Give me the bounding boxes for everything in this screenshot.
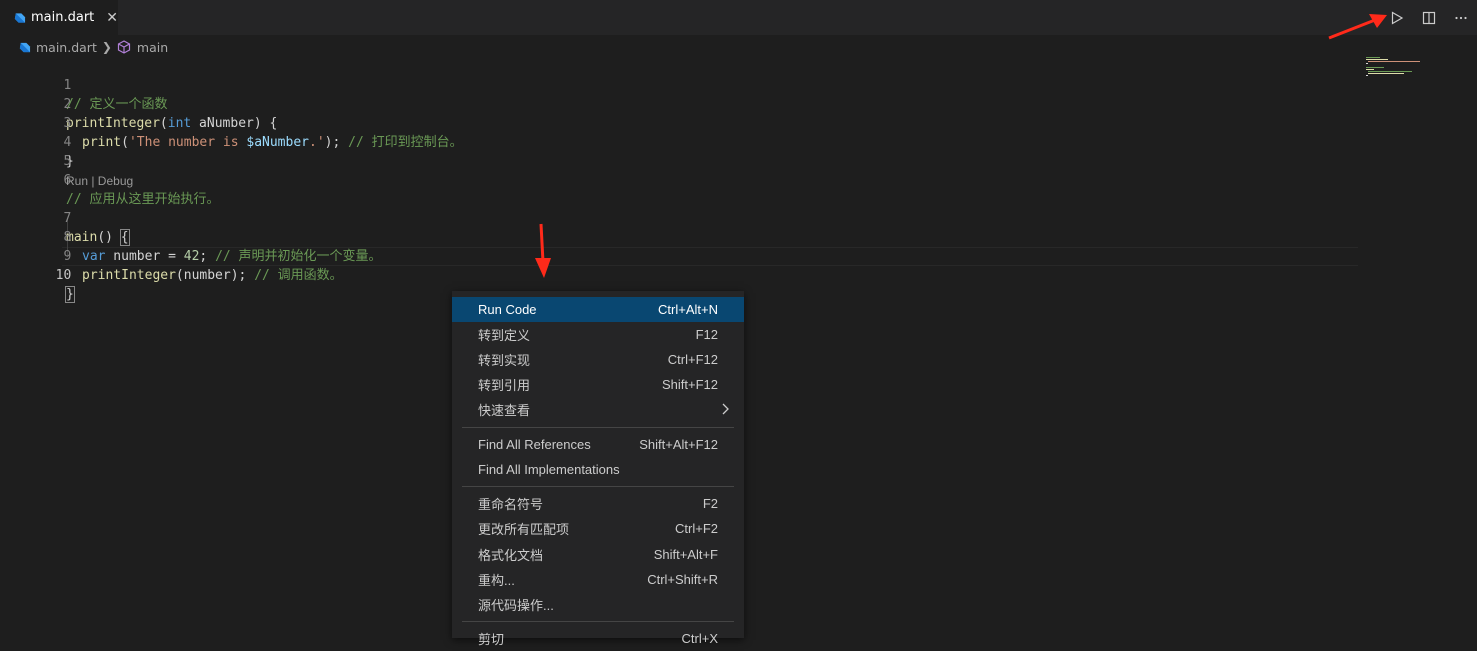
menu-item-shortcut: F2 bbox=[702, 496, 718, 511]
menu-item-label: Find All References bbox=[478, 437, 591, 452]
context-menu: Run Code Ctrl+Alt+N 转到定义 F12 转到实现 Ctrl+F… bbox=[452, 291, 744, 647]
editor-tab-bar: main.dart ✕ bbox=[0, 0, 1477, 35]
chevron-right-icon bbox=[722, 403, 729, 415]
menu-item-rename-symbol[interactable]: 重命名符号 F2 bbox=[452, 491, 744, 516]
menu-item-shortcut: Ctrl+F2 bbox=[675, 521, 718, 536]
menu-item-go-to-definition[interactable]: 转到定义 F12 bbox=[452, 322, 744, 347]
menu-item-label: 重命名符号 bbox=[478, 497, 544, 512]
code-line-8: 8 var number = 42; // 声明并初始化一个变量。 bbox=[0, 209, 1300, 264]
more-actions-icon bbox=[1455, 16, 1467, 19]
breadcrumb-file[interactable]: main.dart bbox=[36, 40, 97, 55]
minimap-line bbox=[1366, 57, 1380, 58]
function-name: printInteger bbox=[82, 268, 176, 283]
code-line-4: 4 } bbox=[0, 114, 1300, 169]
code-line-1: 1 // 定义一个函数 bbox=[0, 57, 1300, 112]
menu-item-format-document[interactable]: 格式化文档 Shift+Alt+F bbox=[452, 542, 744, 567]
menu-item-label: 转到引用 bbox=[478, 378, 531, 393]
menu-item-refactor[interactable]: 重构... Ctrl+Shift+R bbox=[452, 567, 744, 592]
annotation-arrow-icon bbox=[1328, 14, 1387, 40]
menu-item-label: 更改所有匹配项 bbox=[478, 522, 570, 537]
code-line-5: 5 bbox=[0, 133, 1300, 169]
menu-item-go-to-references[interactable]: 转到引用 Shift+F12 bbox=[452, 372, 744, 397]
breadcrumb-symbol[interactable]: main bbox=[137, 40, 168, 55]
code-line-6: 6 // 应用从这里开始执行。 bbox=[0, 152, 1300, 207]
code-line-2: 2 printInteger(int aNumber) { bbox=[0, 76, 1300, 131]
minimap-line bbox=[1366, 69, 1374, 70]
menu-item-label: 源代码操作... bbox=[478, 598, 554, 613]
code-line-10: 10 } bbox=[0, 247, 1300, 303]
editor-actions bbox=[1381, 0, 1477, 35]
dart-icon bbox=[14, 12, 26, 23]
menu-separator bbox=[462, 427, 734, 428]
minimap-line bbox=[1368, 71, 1412, 72]
comment: // 调用函数。 bbox=[254, 268, 343, 283]
menu-item-shortcut: Ctrl+Shift+R bbox=[647, 572, 718, 587]
menu-separator bbox=[462, 621, 734, 622]
menu-item-label: 转到实现 bbox=[478, 353, 531, 368]
bracket-match: } bbox=[65, 286, 75, 303]
minimap-line bbox=[1366, 63, 1368, 64]
code-line-3: 3 print('The number is $aNumber.'); // 打… bbox=[0, 95, 1300, 150]
tab-main-dart[interactable]: main.dart ✕ bbox=[0, 0, 118, 35]
menu-item-label: Find All Implementations bbox=[478, 462, 620, 477]
menu-item-shortcut: Shift+F12 bbox=[661, 377, 718, 392]
menu-item-shortcut: Ctrl+X bbox=[681, 631, 718, 646]
split-editor-icon bbox=[1422, 11, 1436, 24]
dart-icon bbox=[19, 42, 31, 52]
run-icon bbox=[1391, 10, 1404, 25]
menu-item-shortcut: F12 bbox=[695, 327, 718, 342]
menu-item-label: 剪切 bbox=[478, 632, 505, 647]
minimap-line bbox=[1368, 61, 1420, 62]
menu-item-label: 转到定义 bbox=[478, 328, 531, 343]
menu-item-source-action[interactable]: 源代码操作... bbox=[452, 592, 744, 617]
menu-item-label: 重构... bbox=[478, 573, 515, 588]
symbol-cube-icon bbox=[117, 40, 131, 54]
code-line-9: 9 printInteger(number); // 调用函数。 bbox=[0, 228, 1300, 283]
minimap[interactable] bbox=[1362, 57, 1462, 87]
menu-item-change-all-occurrences[interactable]: 更改所有匹配项 Ctrl+F2 bbox=[452, 516, 744, 541]
menu-item-shortcut: Ctrl+F12 bbox=[667, 352, 718, 367]
menu-item-cut[interactable]: 剪切 Ctrl+X bbox=[452, 626, 744, 651]
menu-item-label: 快速查看 bbox=[478, 403, 531, 418]
close-icon[interactable]: ✕ bbox=[106, 10, 118, 26]
codelens-run-debug[interactable]: Run | Debug bbox=[66, 174, 133, 188]
menu-separator bbox=[462, 486, 734, 487]
minimap-line bbox=[1366, 67, 1384, 68]
menu-item-shortcut: Shift+Alt+F bbox=[653, 547, 718, 562]
code-text: (number); bbox=[175, 268, 255, 283]
tab-label: main.dart bbox=[30, 10, 95, 25]
menu-item-shortcut: Ctrl+Alt+N bbox=[658, 302, 718, 317]
code-line-7: 7 main() { bbox=[0, 190, 1300, 246]
minimap-line bbox=[1368, 73, 1404, 74]
menu-item-peek[interactable]: 快速查看 bbox=[452, 397, 744, 422]
menu-item-label: Run Code bbox=[478, 302, 537, 317]
menu-item-shortcut: Shift+Alt+F12 bbox=[639, 437, 718, 452]
chevron-right-icon: ❯ bbox=[101, 40, 112, 54]
minimap-line bbox=[1366, 75, 1368, 76]
line-number: 10 bbox=[55, 268, 72, 283]
breadcrumb: main.dart ❯ main bbox=[18, 37, 168, 57]
more-actions-button[interactable] bbox=[1445, 0, 1477, 35]
menu-item-label: 格式化文档 bbox=[478, 548, 544, 563]
menu-item-run-code[interactable]: Run Code Ctrl+Alt+N bbox=[452, 297, 744, 322]
menu-item-find-all-references[interactable]: Find All References Shift+Alt+F12 bbox=[452, 432, 744, 457]
minimap-line bbox=[1366, 59, 1388, 60]
menu-item-find-all-implementations[interactable]: Find All Implementations bbox=[452, 457, 744, 482]
split-editor-button[interactable] bbox=[1413, 0, 1445, 35]
annotation-arrow-icon bbox=[535, 223, 551, 278]
menu-item-go-to-implementation[interactable]: 转到实现 Ctrl+F12 bbox=[452, 347, 744, 372]
